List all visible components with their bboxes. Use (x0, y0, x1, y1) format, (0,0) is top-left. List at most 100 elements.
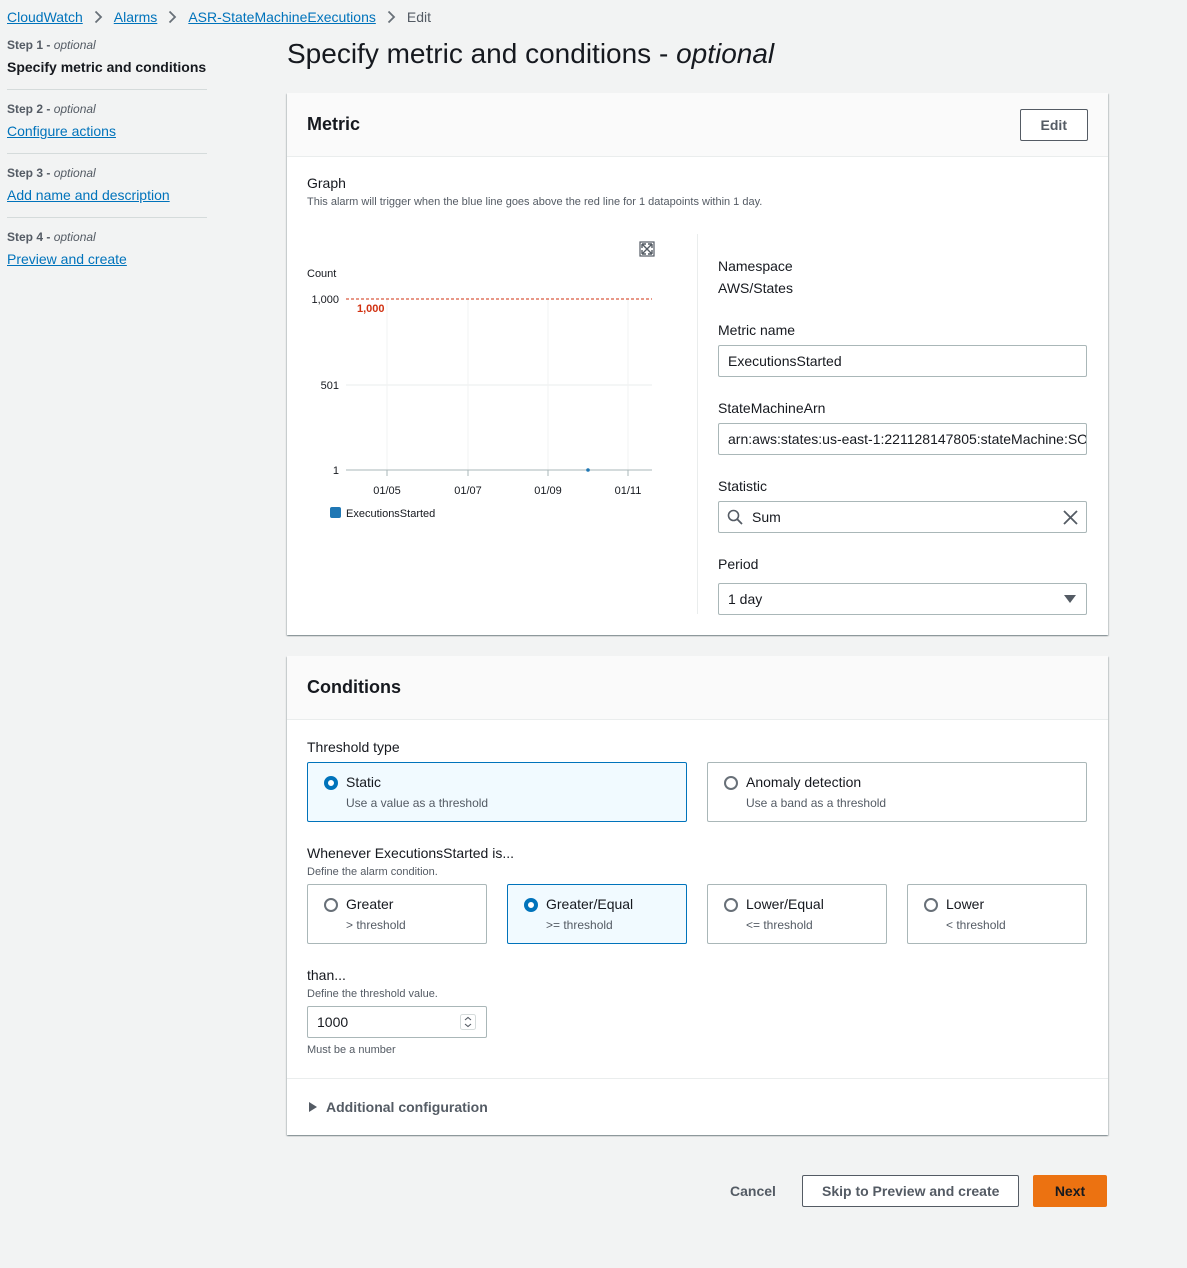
x-tick-label: 01/07 (454, 485, 482, 497)
graph-description: This alarm will trigger when the blue li… (307, 196, 763, 208)
step-optional: optional (53, 102, 96, 116)
next-button[interactable]: Next (1033, 1175, 1107, 1207)
step-1: Step 1 - optional Specify metric and con… (7, 38, 207, 90)
breadcrumb: CloudWatch Alarms ASR-StateMachineExecut… (7, 9, 431, 25)
statistic-label: Statistic (718, 478, 768, 494)
legend-swatch (330, 507, 341, 518)
step-link-configure-actions[interactable]: Configure actions (7, 122, 207, 140)
page-title-optional: optional (676, 38, 775, 69)
additional-configuration-label: Additional configuration (326, 1099, 488, 1115)
tile-title: Greater (346, 896, 394, 912)
x-tick-label: 01/05 (373, 485, 401, 497)
spinner-icon[interactable] (460, 1014, 476, 1030)
step-optional: optional (53, 166, 96, 180)
whenever-description: Define the alarm condition. (307, 866, 438, 878)
state-machine-arn-input[interactable]: arn:aws:states:us-east-1:221128147805:st… (718, 423, 1087, 455)
step-2: Step 2 - optional Configure actions (7, 102, 207, 154)
step-link-add-name[interactable]: Add name and description (7, 186, 207, 204)
skip-to-preview-button[interactable]: Skip to Preview and create (802, 1175, 1020, 1207)
than-description: Define the threshold value. (307, 988, 438, 1000)
breadcrumb-cloudwatch[interactable]: CloudWatch (7, 9, 83, 25)
namespace-value: AWS/States (718, 280, 793, 296)
metric-name-label: Metric name (718, 322, 796, 338)
statistic-value: Sum (752, 509, 781, 525)
additional-configuration-toggle[interactable]: Additional configuration (309, 1099, 488, 1115)
radio-selected-icon (324, 776, 338, 790)
y-tick-label: 501 (321, 380, 339, 392)
step-number: Step 3 (7, 166, 44, 180)
x-tick-label: 01/09 (534, 485, 562, 497)
period-select[interactable]: 1 day (718, 583, 1087, 615)
page-title-text: Specify metric and conditions - (287, 38, 677, 69)
step-link-preview[interactable]: Preview and create (7, 250, 207, 268)
radio-icon (724, 776, 738, 790)
step-optional: optional (53, 38, 96, 52)
tile-title: Anomaly detection (746, 774, 862, 790)
namespace-label: Namespace (718, 258, 793, 274)
period-label: Period (718, 556, 759, 572)
operator-greater[interactable]: Greater > threshold (307, 884, 487, 944)
operator-greater-equal[interactable]: Greater/Equal >= threshold (507, 884, 687, 944)
graph-label: Graph (307, 175, 346, 191)
metric-name-input[interactable]: ExecutionsStarted (718, 345, 1087, 377)
cancel-button[interactable]: Cancel (710, 1175, 796, 1207)
radio-selected-icon (524, 898, 538, 912)
radio-icon (724, 898, 738, 912)
radio-icon (324, 898, 338, 912)
step-title-active: Specify metric and conditions (7, 59, 207, 75)
threshold-value: 1000 (317, 1014, 349, 1030)
legend-entry[interactable]: ExecutionsStarted (346, 508, 435, 520)
threshold-value-input[interactable]: 1000 (307, 1006, 487, 1038)
y-tick-label: 1 (333, 465, 339, 477)
step-4: Step 4 - optional Preview and create (7, 230, 207, 281)
chevron-right-icon (94, 10, 103, 24)
threshold-type-anomaly[interactable]: Anomaly detection Use a band as a thresh… (707, 762, 1087, 822)
data-point (586, 468, 590, 472)
page-title: Specify metric and conditions - optional (287, 38, 774, 70)
expand-icon[interactable] (639, 241, 655, 257)
step-optional: optional (53, 230, 96, 244)
caret-right-icon (309, 1102, 317, 1112)
edit-metric-button[interactable]: Edit (1019, 108, 1088, 141)
threshold-type-static[interactable]: Static Use a value as a threshold (307, 762, 687, 822)
statistic-select[interactable]: Sum (718, 501, 1087, 533)
tile-title: Greater/Equal (546, 896, 634, 912)
operator-lower-equal[interactable]: Lower/Equal <= threshold (707, 884, 887, 944)
breadcrumb-alarm-name[interactable]: ASR-StateMachineExecutions (188, 9, 376, 25)
conditions-panel-header: Conditions (287, 656, 1108, 720)
threshold-type-label: Threshold type (307, 739, 400, 755)
caret-down-icon (1064, 595, 1076, 604)
operator-lower[interactable]: Lower < threshold (907, 884, 1087, 944)
metric-chart: Count 1,000 501 1 1,000 01/05 01/07 01/09 01/… (307, 241, 655, 520)
state-machine-arn-label: StateMachineArn (718, 400, 826, 416)
step-number: Step 1 (7, 38, 44, 52)
tile-description: Use a value as a threshold (346, 796, 489, 810)
step-number: Step 4 (7, 230, 44, 244)
y-axis-label: Count (307, 268, 336, 280)
threshold-label: 1,000 (357, 303, 385, 315)
tile-title: Static (346, 774, 382, 790)
chevron-right-icon (387, 10, 396, 24)
chevron-right-icon (168, 10, 177, 24)
tile-title: Lower (946, 896, 985, 912)
than-label: than... (307, 967, 346, 983)
breadcrumb-alarms[interactable]: Alarms (114, 9, 158, 25)
section-divider (287, 1078, 1108, 1079)
metric-header: Metric (307, 114, 361, 134)
wizard-steps: Step 1 - optional Specify metric and con… (7, 38, 207, 293)
tile-description: < threshold (946, 918, 1006, 932)
y-tick-label: 1,000 (311, 294, 339, 306)
period-value: 1 day (728, 591, 763, 607)
threshold-hint: Must be a number (307, 1044, 396, 1056)
tile-title: Lower/Equal (746, 896, 824, 912)
whenever-label: Whenever ExecutionsStarted is... (307, 845, 514, 861)
tile-description: >= threshold (546, 918, 613, 932)
metric-panel: Metric Edit Graph This alarm will trigge… (287, 93, 1108, 635)
tile-description: Use a band as a threshold (746, 796, 887, 810)
x-tick-label: 01/11 (615, 485, 642, 497)
breadcrumb-current: Edit (406, 9, 431, 25)
clear-icon[interactable] (1063, 510, 1078, 525)
step-number: Step 2 (7, 102, 44, 116)
tile-description: <= threshold (746, 918, 813, 932)
tile-description: > threshold (346, 918, 406, 932)
